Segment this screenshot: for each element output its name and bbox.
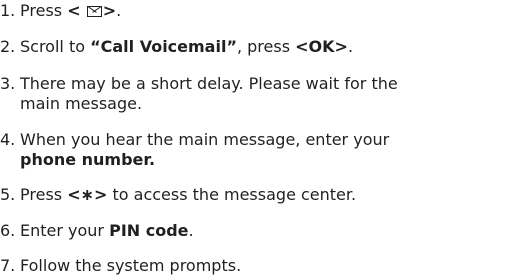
step-emphasis: PIN code [109,221,189,240]
step-text: to access the message center. [107,185,357,204]
step-text: Scroll to [20,37,91,56]
step-text-continued: main message. [20,94,143,113]
step-punctuation: . [188,221,194,240]
step-emphasis: phone number. [20,150,156,169]
step-text: When you hear the main message, enter yo… [20,130,390,149]
step-6: 6. Enter your PIN code. [0,221,506,241]
step-number: 1. [0,1,16,20]
envelope-icon [86,6,102,17]
step-punctuation: . [116,1,122,20]
step-text: There may be a short delay. Please wait … [20,74,398,93]
step-number: 2. [0,37,16,56]
step-text: , press [236,37,296,56]
ok-key: <OK> [295,37,348,56]
step-text: Follow the system prompts. [20,256,242,275]
step-3: 3. There may be a short delay. Please wai… [0,74,506,114]
step-text: Press [20,1,68,20]
step-text: Press [20,185,68,204]
menu-item-name: “Call Voicemail” [90,37,237,56]
key-open-bracket: < [67,1,81,20]
step-number: 6. [0,221,16,240]
step-7: 7. Follow the system prompts. [0,256,506,276]
star-key: <∗> [67,185,108,204]
key-close-bracket: > [102,1,117,20]
step-number: 3. [0,74,16,93]
step-text: Enter your [20,221,110,240]
step-5: 5. Press <∗> to access the message center… [0,185,506,205]
voicemail-instructions: 1. Press < >. 2. Scroll to “Call Voicemail… [0,0,506,277]
step-1: 1. Press < >. [0,1,506,21]
step-number: 4. [0,130,16,149]
step-2: 2. Scroll to “Call Voicemail”, press <OK>… [0,37,506,57]
step-number: 5. [0,185,16,204]
step-punctuation: . [347,37,354,56]
step-number: 7. [0,256,16,275]
step-4: 4. When you hear the main message, enter … [0,130,506,170]
